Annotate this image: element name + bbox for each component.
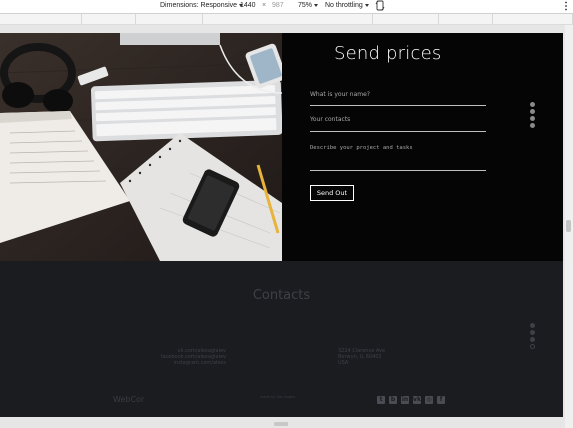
footer-credit: made by the rouges [260,395,296,399]
chevron-down-icon [314,3,319,7]
more-vertical-icon[interactable] [564,1,568,13]
resize-handle-right[interactable] [566,220,571,232]
dimensions-dropdown[interactable]: Dimensions: Responsive [160,2,244,9]
facebook-icon[interactable]: f [437,396,445,404]
media-query-ruler[interactable] [0,14,573,25]
nav-dot[interactable] [530,323,535,328]
times-sign: × [262,2,267,9]
linkedin-icon[interactable]: in [401,396,409,404]
instagram-icon[interactable]: ◎ [425,396,433,404]
throttle-label: No throttling [325,2,363,9]
name-input[interactable]: What is your name? [310,91,486,106]
vk-icon[interactable]: vk [413,396,421,404]
contacts-address: 3224 Clarence Ave Berwyn, IL 60402 USA [338,348,385,366]
viewport-resize-bar[interactable] [565,25,573,428]
contacts-input[interactable]: Your contacts [310,116,486,132]
desk-photo [0,33,282,261]
address-line: USA [338,360,349,366]
form-title: Send prices [334,43,442,64]
throttle-dropdown[interactable]: No throttling [325,2,369,9]
width-input[interactable]: 1440 [240,2,256,9]
social-links: t b in vk ◎ f [377,396,445,404]
project-textarea[interactable]: Describe your project and tasks [310,145,486,171]
resize-handle-bottom[interactable] [274,422,288,426]
contacts-title: Contacts [252,288,311,303]
webpage: Send prices What is your name? Your cont… [0,33,563,417]
nav-dot[interactable] [530,330,535,335]
zoom-dropdown[interactable]: 75% [298,2,319,9]
footer-logo[interactable]: WebCor [113,395,144,404]
contacts-links: vk.com/alexaglalev facebook.com/alexagla… [118,348,226,366]
twitter-icon[interactable]: t [377,396,385,404]
nav-dot[interactable] [530,116,535,121]
rotate-icon[interactable] [375,0,385,13]
height-input[interactable]: 987 [272,2,284,9]
blogger-icon[interactable]: b [389,396,397,404]
section-dots-nav-2[interactable] [530,323,535,351]
chevron-down-icon [364,3,369,7]
dimensions-label: Dimensions: Responsive [160,2,238,9]
nav-dot-active[interactable] [530,344,535,349]
devtools-toolbar: Dimensions: Responsive 1440 × 987 75% No… [0,0,573,14]
nav-dot[interactable] [530,109,535,114]
contact-form: Send prices What is your name? Your cont… [282,33,563,261]
nav-dot[interactable] [530,337,535,342]
section-dots-nav[interactable] [530,102,535,130]
nav-dot[interactable] [530,102,535,107]
zoom-label: 75% [298,2,313,9]
send-out-button[interactable]: Send Out [310,185,354,201]
link-instagram[interactable]: instagram.com/alexs [118,360,226,366]
nav-dot[interactable] [530,123,535,128]
